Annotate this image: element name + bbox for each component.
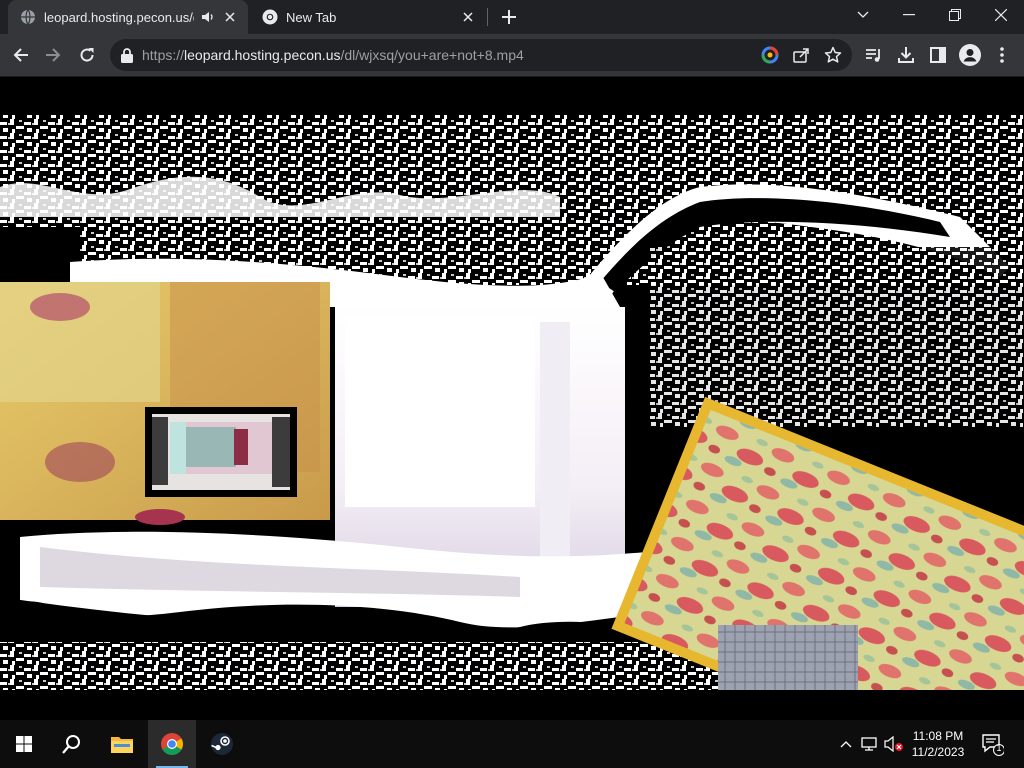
audio-playing-icon[interactable] <box>200 9 216 25</box>
side-panel-icon[interactable] <box>926 43 950 67</box>
tab-strip: leopard.hosting.pecon.us/dl/ New Tab <box>0 0 1024 34</box>
tab-title: New Tab <box>286 9 337 25</box>
restore-button[interactable] <box>932 0 978 30</box>
tab-search-button[interactable] <box>840 0 886 30</box>
steam-button[interactable] <box>198 720 246 768</box>
minimize-button[interactable] <box>886 0 932 30</box>
browser-toolbar: https://leopard.hosting.pecon.us/dl/wjxs… <box>0 34 1024 77</box>
url-prefix: https:// <box>142 47 185 63</box>
forward-icon <box>46 48 61 62</box>
file-explorer-button[interactable] <box>98 720 146 768</box>
network-icon[interactable] <box>860 734 880 754</box>
chrome-icon <box>161 733 183 755</box>
start-button[interactable] <box>0 720 48 768</box>
clock-time: 11:08 PM <box>912 729 964 743</box>
close-tab-icon[interactable] <box>222 9 238 25</box>
system-clock[interactable]: 11:08 PM 11/2/2023 <box>900 728 976 760</box>
address-bar[interactable]: https://leopard.hosting.pecon.us/dl/wjxs… <box>110 39 852 71</box>
profile-icon[interactable] <box>958 43 982 67</box>
start-icon <box>16 736 32 752</box>
star-icon[interactable] <box>823 45 843 65</box>
plus-icon <box>502 10 516 24</box>
reload-button[interactable] <box>72 40 102 70</box>
notifications-button[interactable]: 1 <box>980 732 1005 756</box>
tab-separator <box>487 8 488 26</box>
forward-button[interactable] <box>38 40 68 70</box>
video-player[interactable] <box>0 77 1024 720</box>
media-control-icon[interactable] <box>862 43 886 67</box>
chrome-icon <box>262 9 278 25</box>
tab-new-tab[interactable]: New Tab <box>250 0 486 34</box>
lock-icon[interactable] <box>120 47 134 63</box>
chevron-up-icon[interactable] <box>836 734 856 754</box>
new-tab-button[interactable] <box>498 6 520 28</box>
back-button[interactable] <box>6 40 36 70</box>
taskbar: 11:08 PM 11/2/2023 1 <box>0 720 1024 768</box>
reload-icon <box>80 48 94 62</box>
back-icon <box>13 48 28 62</box>
url-path: /dl/wjxsq/you+are+not+8.mp4 <box>340 47 524 63</box>
url-text[interactable]: https://leopard.hosting.pecon.us/dl/wjxs… <box>142 47 524 63</box>
tab-video[interactable]: leopard.hosting.pecon.us/dl/ <box>8 0 248 34</box>
download-icon[interactable] <box>894 43 918 67</box>
notification-count: 1 <box>996 743 1002 753</box>
close-tab-icon[interactable] <box>460 9 476 25</box>
url-host: leopard.hosting.pecon.us <box>184 47 341 63</box>
close-window-button[interactable] <box>978 0 1024 30</box>
close-icon <box>995 9 1007 21</box>
chrome-taskbar-button[interactable] <box>148 720 196 768</box>
search-icon <box>62 735 80 754</box>
google-lens-icon[interactable] <box>760 45 780 65</box>
steam-icon <box>211 733 233 755</box>
restore-icon <box>949 9 961 21</box>
file-explorer-icon <box>111 737 133 753</box>
kebab-menu-icon[interactable] <box>990 43 1014 67</box>
search-button[interactable] <box>48 720 96 768</box>
video-frame <box>0 115 1024 720</box>
tab-title: leopard.hosting.pecon.us/dl/ <box>44 9 194 25</box>
minimize-icon <box>903 14 915 16</box>
share-icon[interactable] <box>791 45 811 65</box>
chevron-down-icon <box>857 11 869 18</box>
globe-icon <box>21 9 35 25</box>
clock-date: 11/2/2023 <box>911 745 965 759</box>
